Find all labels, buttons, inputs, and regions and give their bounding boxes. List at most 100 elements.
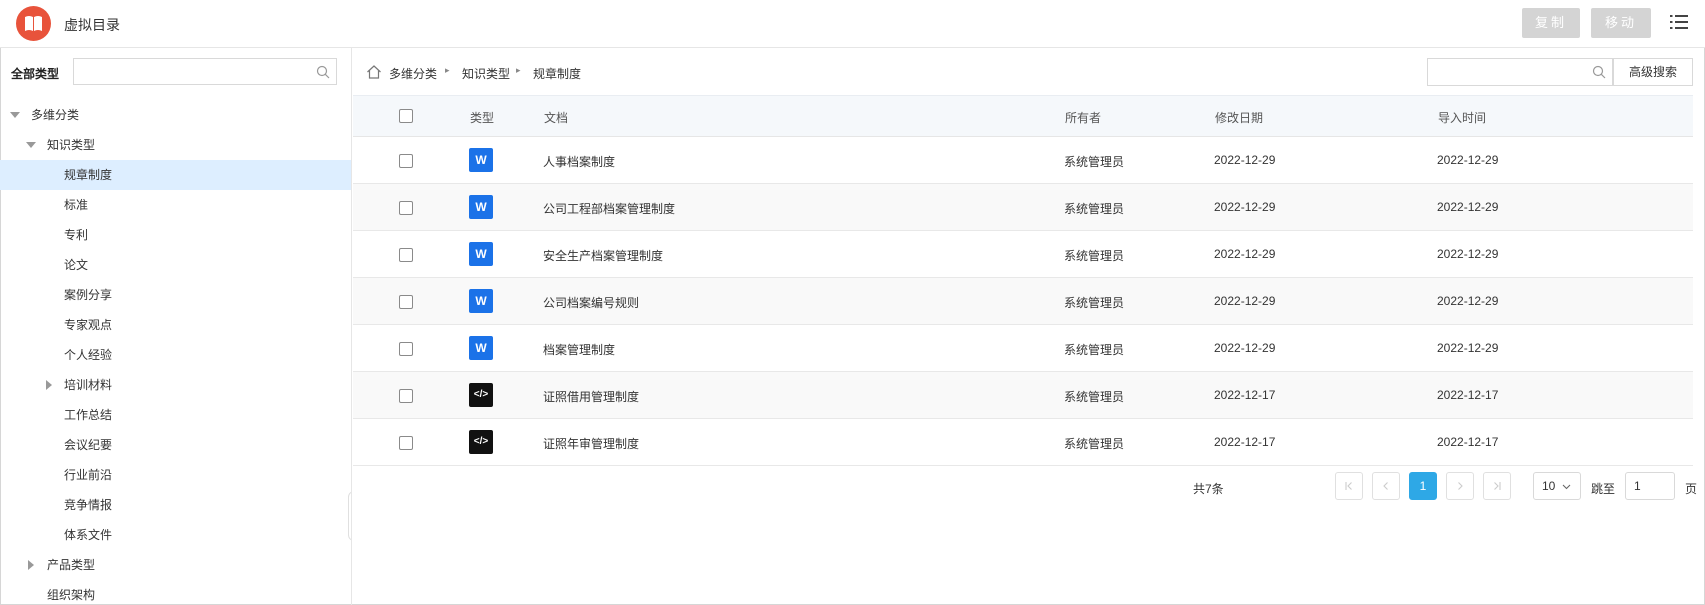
- tree-item[interactable]: 规章制度: [0, 160, 351, 190]
- search-icon[interactable]: [316, 65, 330, 79]
- caret-right-icon[interactable]: [44, 370, 54, 400]
- breadcrumb-item[interactable]: 多维分类: [389, 65, 437, 82]
- tree-item[interactable]: 行业前沿: [0, 460, 351, 490]
- table-row[interactable]: W 档案管理制度 系统管理员 2022-12-29 2022-12-29: [353, 325, 1693, 372]
- column-header-imported: 导入时间: [1438, 111, 1487, 125]
- tree-item-label: 多维分类: [31, 108, 80, 122]
- document-name-link[interactable]: 证照年审管理制度: [543, 435, 639, 452]
- copy-button[interactable]: 复制: [1522, 8, 1580, 38]
- table-row[interactable]: W 公司档案编号规则 系统管理员 2022-12-29 2022-12-29: [353, 278, 1693, 325]
- modified-date-cell: 2022-12-29: [1214, 153, 1276, 167]
- sidebar-collapse-handle[interactable]: [348, 491, 352, 541]
- category-search-input[interactable]: [73, 58, 337, 85]
- tree-item-label: 工作总结: [64, 408, 113, 422]
- word-doc-icon: W: [469, 195, 493, 219]
- page-size-select[interactable]: 10: [1533, 472, 1581, 500]
- tree-item[interactable]: 多维分类: [0, 100, 351, 130]
- import-time-cell: 2022-12-29: [1437, 341, 1499, 355]
- list-menu-icon[interactable]: [1669, 13, 1689, 31]
- tree-item[interactable]: 产品类型: [0, 550, 351, 580]
- row-checkbox[interactable]: [399, 248, 413, 262]
- home-icon[interactable]: [366, 64, 382, 80]
- breadcrumb-item[interactable]: 知识类型: [462, 65, 510, 82]
- table-row[interactable]: W 安全生产档案管理制度 系统管理员 2022-12-29 2022-12-29: [353, 231, 1693, 278]
- document-name-link[interactable]: 公司档案编号规则: [543, 294, 639, 311]
- tree-item[interactable]: 个人经验: [0, 340, 351, 370]
- caret-down-icon[interactable]: [26, 130, 36, 160]
- tree-item[interactable]: 标准: [0, 190, 351, 220]
- owner-cell: 系统管理员: [1064, 437, 1125, 451]
- row-checkbox[interactable]: [399, 295, 413, 309]
- import-time-cell: 2022-12-17: [1437, 435, 1499, 449]
- document-name-link[interactable]: 档案管理制度: [543, 341, 615, 358]
- tree-item[interactable]: 知识类型: [0, 130, 351, 160]
- row-checkbox[interactable]: [399, 201, 413, 215]
- breadcrumb-separator-icon: ▸: [516, 65, 521, 75]
- select-all-checkbox[interactable]: [399, 109, 413, 123]
- page-button-current[interactable]: 1: [1409, 472, 1437, 500]
- row-checkbox[interactable]: [399, 389, 413, 403]
- jump-page-input[interactable]: 1: [1625, 472, 1675, 500]
- search-icon[interactable]: [1592, 65, 1606, 79]
- row-checkbox[interactable]: [399, 436, 413, 450]
- jump-label: 跳至: [1591, 482, 1616, 496]
- chevron-left-icon: [1383, 482, 1388, 490]
- move-button[interactable]: 移动: [1591, 8, 1651, 38]
- advanced-search-button[interactable]: 高级搜索: [1613, 58, 1693, 86]
- tree-item[interactable]: 培训材料: [0, 370, 351, 400]
- last-page-button[interactable]: [1483, 472, 1511, 500]
- last-page-icon: [1494, 482, 1501, 490]
- caret-down-icon[interactable]: [10, 100, 20, 130]
- owner-cell: 系统管理员: [1064, 155, 1125, 169]
- document-table: 类型 文档 所有者 修改日期 导入时间 W 人事档案制度 系统管理员 2022-12-…: [353, 95, 1693, 466]
- word-doc-icon: W: [469, 242, 493, 266]
- tree-item[interactable]: 工作总结: [0, 400, 351, 430]
- tree-item[interactable]: 论文: [0, 250, 351, 280]
- app-title: 虚拟目录: [64, 17, 120, 33]
- table-row[interactable]: </> 证照借用管理制度 系统管理员 2022-12-17 2022-12-17: [353, 372, 1693, 419]
- tree-item[interactable]: 体系文件: [0, 520, 351, 550]
- tree-item[interactable]: 专利: [0, 220, 351, 250]
- table-row[interactable]: W 公司工程部档案管理制度 系统管理员 2022-12-29 2022-12-29: [353, 184, 1693, 231]
- document-name-link[interactable]: 公司工程部档案管理制度: [543, 200, 675, 217]
- tree-item-label: 产品类型: [47, 558, 96, 572]
- chevron-left-icon: [349, 492, 352, 540]
- first-page-button[interactable]: [1335, 472, 1363, 500]
- pagination: 共7条 1 10 跳至 1 页: [353, 472, 1703, 502]
- modified-date-cell: 2022-12-17: [1214, 435, 1276, 449]
- caret-right-icon[interactable]: [26, 550, 36, 580]
- modified-date-cell: 2022-12-29: [1214, 341, 1276, 355]
- next-page-button[interactable]: [1446, 472, 1474, 500]
- tree-item-label: 专利: [64, 228, 89, 242]
- document-name-link[interactable]: 安全生产档案管理制度: [543, 247, 663, 264]
- document-name-link[interactable]: 人事档案制度: [543, 153, 615, 170]
- table-row[interactable]: W 人事档案制度 系统管理员 2022-12-29 2022-12-29: [353, 137, 1693, 184]
- document-panel: 多维分类 ▸ 知识类型 ▸ 规章制度 高级搜索 类型 文档 所有者 修改日期 导…: [353, 48, 1703, 605]
- prev-page-button[interactable]: [1372, 472, 1400, 500]
- tree-item[interactable]: 竞争情报: [0, 490, 351, 520]
- tree-item-label: 组织架构: [47, 588, 96, 602]
- import-time-cell: 2022-12-29: [1437, 247, 1499, 261]
- chevron-right-icon: [1458, 482, 1463, 490]
- page-size-value: 10: [1542, 479, 1556, 493]
- row-checkbox[interactable]: [399, 342, 413, 356]
- modified-date-cell: 2022-12-29: [1214, 247, 1276, 261]
- modified-date-cell: 2022-12-29: [1214, 200, 1276, 214]
- table-body: W 人事档案制度 系统管理员 2022-12-29 2022-12-29 W 公司工程部档案…: [353, 137, 1693, 466]
- sidebar-title: 全部类型: [11, 67, 60, 81]
- book-logo-icon: [16, 6, 51, 41]
- import-time-cell: 2022-12-17: [1437, 388, 1499, 402]
- tree-item[interactable]: 会议纪要: [0, 430, 351, 460]
- tree-item[interactable]: 案例分享: [0, 280, 351, 310]
- word-doc-icon: W: [469, 336, 493, 360]
- code-file-icon: </>: [469, 383, 493, 407]
- word-doc-icon: W: [469, 289, 493, 313]
- document-search-input[interactable]: [1427, 58, 1613, 86]
- breadcrumb-current: 规章制度: [533, 67, 582, 81]
- table-row[interactable]: </> 证照年审管理制度 系统管理员 2022-12-17 2022-12-17: [353, 419, 1693, 466]
- tree-item[interactable]: 专家观点: [0, 310, 351, 340]
- row-checkbox[interactable]: [399, 154, 413, 168]
- tree-item-label: 标准: [64, 198, 89, 212]
- document-name-link[interactable]: 证照借用管理制度: [543, 388, 639, 405]
- tree-item[interactable]: 组织架构: [0, 580, 351, 605]
